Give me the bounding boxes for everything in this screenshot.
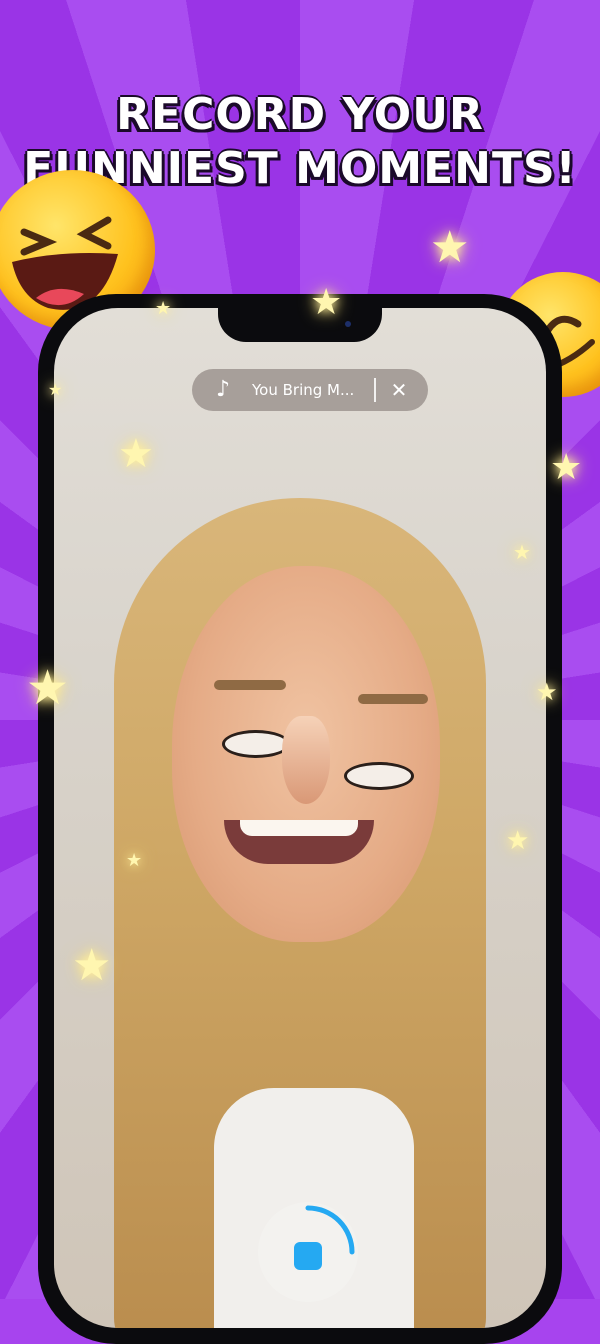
front-camera-icon: [345, 321, 351, 327]
star-icon: ★: [72, 940, 112, 991]
right-eyebrow: [358, 694, 428, 704]
left-eyebrow: [214, 680, 286, 690]
star-icon: ★: [536, 678, 558, 706]
phone-notch: [218, 294, 382, 342]
star-icon: ★: [310, 282, 343, 323]
star-icon: ★: [506, 826, 530, 856]
star-icon: ★: [126, 850, 143, 871]
star-icon: ★: [118, 431, 154, 477]
music-title: You Bring M...: [252, 381, 355, 399]
music-note-icon: ♪: [215, 377, 231, 402]
star-icon: ★: [26, 660, 70, 716]
star-icon: ★: [550, 447, 583, 488]
music-divider: [374, 378, 376, 402]
star-icon: ★: [430, 222, 470, 273]
star-icon: ★: [513, 540, 531, 564]
music-selector[interactable]: ♪ You Bring M... ✕: [192, 369, 428, 411]
teeth: [240, 820, 358, 836]
headline-line-1: RECORD YOUR: [116, 89, 484, 140]
right-eye: [344, 762, 414, 790]
nose: [282, 716, 330, 804]
star-icon: ★: [155, 298, 172, 319]
left-eye: [222, 730, 290, 758]
star-icon: ★: [48, 380, 63, 399]
close-icon[interactable]: ✕: [382, 369, 416, 411]
stop-icon[interactable]: [294, 1242, 322, 1270]
